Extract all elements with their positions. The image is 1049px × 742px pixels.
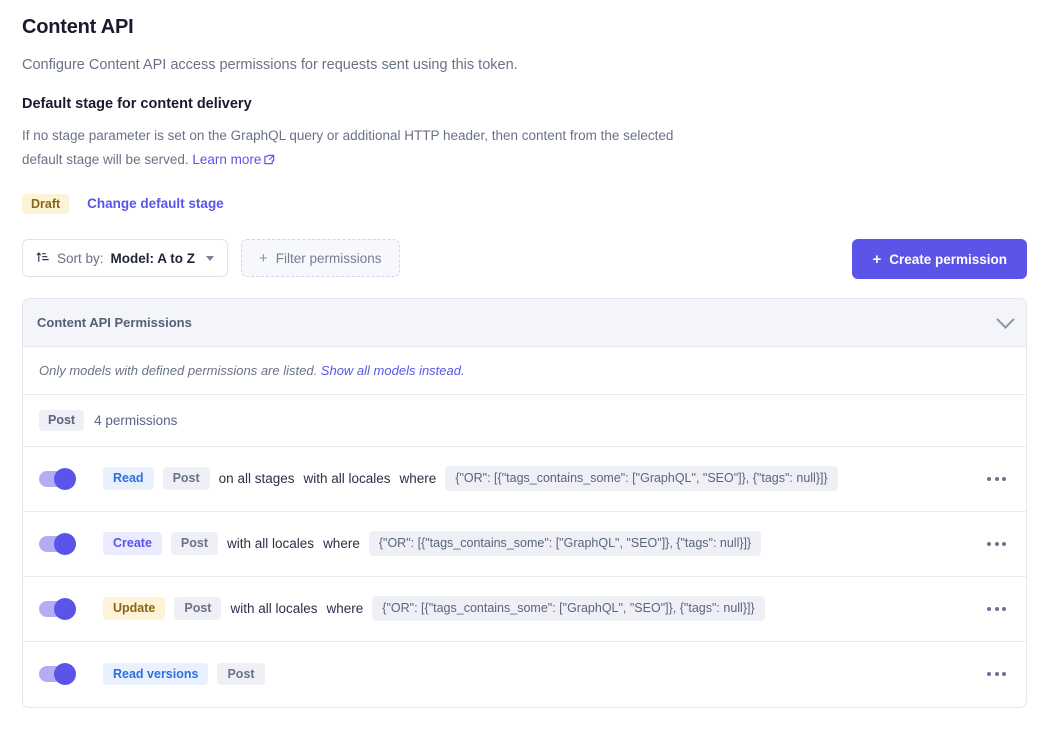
create-permission-label: Create permission — [889, 252, 1007, 267]
permission-more-menu-icon[interactable] — [983, 666, 1010, 682]
model-name-chip: Post — [39, 410, 84, 431]
permission-locales-text: with all locales — [227, 536, 314, 551]
permission-locales-text: with all locales — [230, 601, 317, 616]
panel-header[interactable]: Content API Permissions — [23, 299, 1026, 347]
permission-stages-text: on all stages — [219, 471, 295, 486]
learn-more-link[interactable]: Learn more — [192, 152, 261, 167]
default-stage-row: Draft Change default stage — [22, 194, 1027, 215]
default-stage-section-title: Default stage for content delivery — [22, 75, 1027, 112]
content-api-permissions-panel: Content API Permissions Only models with… — [22, 298, 1027, 708]
permission-locales-text: with all locales — [303, 471, 390, 486]
sort-by-value: Model: A to Z — [111, 251, 195, 266]
permission-model-chip: Post — [163, 467, 210, 490]
permission-row: Read Post on all stages with all locales whe… — [23, 447, 1026, 512]
permission-row: Create Post with all locales where {"OR": [{… — [23, 512, 1026, 577]
permission-filter-json: {"OR": [{"tags_contains_some": ["GraphQL… — [369, 531, 761, 556]
create-permission-button[interactable]: + Create permission — [852, 239, 1027, 279]
content-api-page: Content API Configure Content API access… — [0, 0, 1049, 742]
sort-by-prefix: Sort by: — [57, 251, 104, 266]
page-title: Content API — [22, 0, 1027, 39]
default-stage-description: If no stage parameter is set on the Grap… — [22, 112, 712, 171]
permission-details: Create Post with all locales where {"OR": [{… — [103, 531, 983, 556]
permission-model-chip: Post — [171, 532, 218, 555]
model-permission-count: 4 permissions — [94, 413, 177, 428]
external-link-icon — [264, 149, 275, 172]
page-subtitle: Configure Content API access permissions… — [22, 39, 1027, 75]
toolbar: Sort by: Model: A to Z + Filter permissi… — [22, 239, 1027, 277]
permission-more-menu-icon[interactable] — [983, 536, 1010, 552]
sort-by-button[interactable]: Sort by: Model: A to Z — [22, 239, 228, 277]
permission-model-chip: Post — [174, 597, 221, 620]
filter-permissions-button[interactable]: + Filter permissions — [241, 239, 400, 277]
status-badge-draft: Draft — [22, 194, 69, 215]
sort-asc-icon — [36, 250, 50, 267]
permission-filter-json: {"OR": [{"tags_contains_some": ["GraphQL… — [445, 466, 837, 491]
permission-toggle[interactable] — [39, 471, 75, 487]
permission-action-chip: Create — [103, 532, 162, 555]
permission-row: Read versions Post — [23, 642, 1026, 707]
panel-note: Only models with defined permissions are… — [23, 347, 1026, 395]
permission-where-text: where — [323, 536, 360, 551]
show-all-models-link[interactable]: Show all models instead. — [321, 363, 465, 378]
permission-where-text: where — [400, 471, 437, 486]
permission-toggle[interactable] — [39, 666, 75, 682]
chevron-down-icon — [206, 256, 214, 261]
permission-toggle[interactable] — [39, 536, 75, 552]
permission-action-chip: Read — [103, 467, 154, 490]
permission-model-chip: Post — [217, 663, 264, 686]
permission-action-chip: Read versions — [103, 663, 208, 686]
permission-details: Read Post on all stages with all locales whe… — [103, 466, 983, 491]
chevron-down-icon[interactable] — [996, 311, 1014, 329]
filter-permissions-label: Filter permissions — [276, 251, 382, 266]
permission-filter-json: {"OR": [{"tags_contains_some": ["GraphQL… — [372, 596, 764, 621]
permission-details: Update Post with all locales where {"OR": [{… — [103, 596, 983, 621]
plus-icon: + — [259, 251, 268, 266]
default-stage-description-text: If no stage parameter is set on the Grap… — [22, 128, 673, 166]
permission-list: Read Post on all stages with all locales whe… — [23, 447, 1026, 707]
permission-toggle[interactable] — [39, 601, 75, 617]
panel-title: Content API Permissions — [37, 315, 192, 330]
permission-action-chip: Update — [103, 597, 165, 620]
plus-icon: + — [872, 252, 881, 267]
permission-more-menu-icon[interactable] — [983, 471, 1010, 487]
permission-more-menu-icon[interactable] — [983, 601, 1010, 617]
change-default-stage-link[interactable]: Change default stage — [87, 196, 224, 211]
panel-note-text: Only models with defined permissions are… — [39, 363, 321, 378]
permission-where-text: where — [327, 601, 364, 616]
permission-details: Read versions Post — [103, 663, 983, 686]
permission-row: Update Post with all locales where {"OR": [{… — [23, 577, 1026, 642]
model-group-header: Post 4 permissions — [23, 395, 1026, 447]
